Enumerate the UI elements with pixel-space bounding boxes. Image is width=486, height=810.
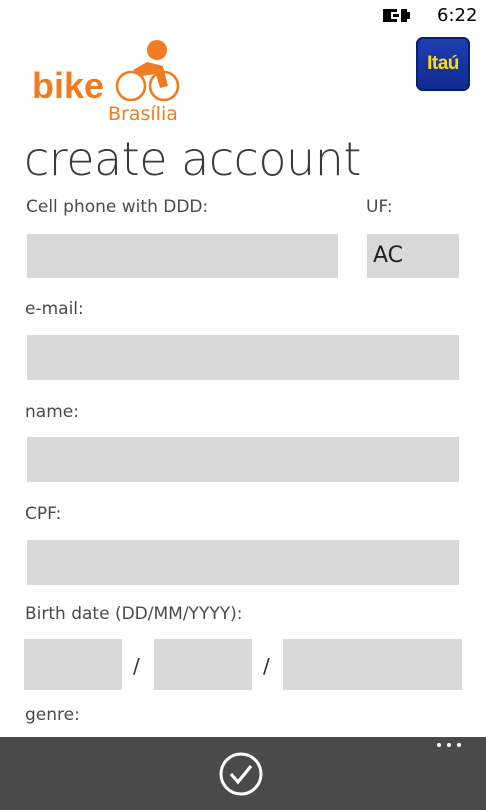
bike-brasilia-logo: bike Brasília <box>32 40 180 125</box>
date-separator-1: / <box>133 654 140 678</box>
email-label: e-mail: <box>25 299 84 319</box>
battery-charging-icon <box>383 9 410 22</box>
logo-city: Brasília <box>108 103 178 125</box>
birth-day-input[interactable] <box>24 639 122 690</box>
genre-label: genre: <box>25 705 80 725</box>
ellipsis-icon[interactable] <box>436 741 462 749</box>
email-input[interactable] <box>27 335 459 380</box>
name-input[interactable] <box>27 437 459 482</box>
name-label: name: <box>25 402 79 422</box>
cell-phone-label: Cell phone with DDD: <box>26 197 209 217</box>
logo-word: bike <box>32 65 104 106</box>
cell-phone-input[interactable] <box>27 234 338 278</box>
date-separator-2: / <box>263 654 270 678</box>
cpf-label: CPF: <box>25 504 62 524</box>
app-bar <box>0 737 486 810</box>
birth-date-label: Birth date (DD/MM/YYYY): <box>25 604 243 624</box>
birth-year-input[interactable] <box>283 639 462 690</box>
uf-select[interactable]: AC <box>367 234 459 278</box>
itau-logo: Itaú <box>416 37 470 91</box>
cpf-input[interactable] <box>27 540 459 585</box>
status-bar: 6:22 <box>0 0 486 32</box>
itau-logo-text: Itaú <box>427 53 459 74</box>
check-circle-icon[interactable] <box>219 752 263 796</box>
clock: 6:22 <box>437 5 478 26</box>
uf-label: UF: <box>366 197 393 217</box>
birth-month-input[interactable] <box>154 639 252 690</box>
page-title: create account <box>24 132 361 186</box>
